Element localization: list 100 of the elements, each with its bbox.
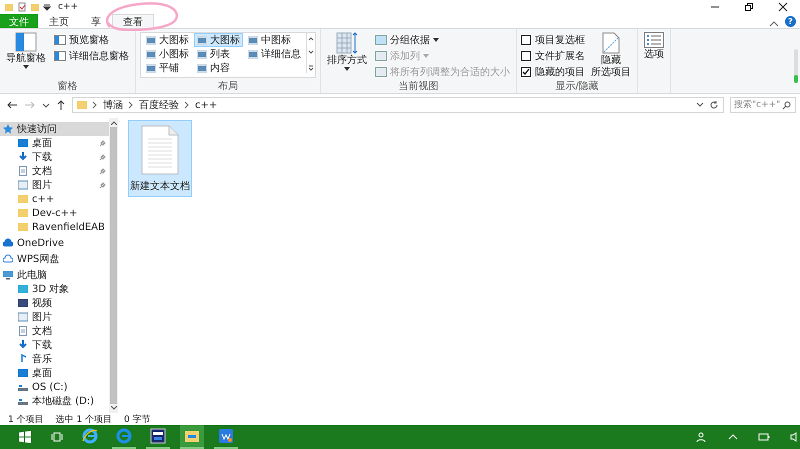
status-text: 1 个项目 [8,414,44,426]
address-field[interactable]: 博涵 百度经验 c++ [72,97,724,113]
layout-option[interactable]: 大图标 [143,33,192,47]
nav-item[interactable]: 文档 [0,324,109,338]
columns-icon [375,35,387,45]
columns-icon [375,51,387,61]
file-item[interactable]: 新建文本文档 [128,120,192,197]
nav-item[interactable]: WPS网盘 [0,252,109,266]
up-icon[interactable] [56,99,66,111]
volume-icon[interactable] [790,432,798,442]
nav-item[interactable]: OneDrive [0,236,109,250]
nav-item[interactable]: 下载 [0,150,109,164]
breadcrumb[interactable]: c++ [195,100,218,110]
customize-caret-icon[interactable] [43,2,51,12]
pane-button[interactable]: 详细信息窗格 [52,49,131,63]
nav-item[interactable]: 图片 [0,310,109,324]
group-label: 布局 [217,81,239,92]
options-button[interactable]: 选项 [642,31,666,92]
view-command-button[interactable]: 分组依据 [373,33,512,47]
folder-icon [77,100,87,110]
nav-item[interactable]: 桌面 [0,366,109,380]
layout-option[interactable]: 详细信息 [245,47,304,61]
back-icon[interactable] [6,100,18,110]
nav-item[interactable]: 此电脑 [0,268,109,282]
sort-by-button[interactable]: 排序方式 [325,31,369,81]
star-icon [3,124,13,134]
people-icon[interactable] [696,431,708,443]
caret-icon [23,65,29,69]
checkbox[interactable] [521,35,531,45]
checkbox-option[interactable]: 隐藏的项目 [521,65,585,79]
columns-icon [375,67,387,77]
layout-option[interactable]: 大图标 [194,33,243,47]
checkbox[interactable] [521,51,531,61]
cube-icon [18,284,28,294]
sort-grid-icon [336,32,358,54]
nav-item[interactable]: 本地磁盘 (D:) [0,394,109,408]
nav-item[interactable]: 3D 对象 [0,282,109,296]
pane-button[interactable]: 预览窗格 [52,33,131,47]
task-view-icon[interactable] [51,431,63,443]
desktop-icon [18,368,28,378]
options-list-icon [644,32,664,48]
breadcrumb[interactable]: 百度经验 [139,98,179,112]
scrollbar[interactable] [109,118,118,413]
nav-item[interactable]: Dev-c++ [0,206,109,220]
close-icon[interactable] [778,2,788,12]
status-text: 选中 1 个项目 [56,414,112,426]
layout-option[interactable]: 中图标 [245,33,304,47]
pc-icon [3,270,13,280]
gallery-scroll-icon[interactable] [306,33,315,73]
scroll-up-icon[interactable] [110,121,116,125]
document-icon [602,32,620,54]
dropdown-caret-icon[interactable] [696,101,704,109]
pane-icon [54,35,66,45]
browser-e-icon [116,428,132,444]
drive-icon [18,382,28,392]
layout-option[interactable]: 内容 [194,61,243,75]
cloud-icon [3,238,13,248]
browser-e-icon [82,428,98,444]
pictures-icon [18,180,28,190]
text-file-icon [140,125,180,175]
navigation-pane-button[interactable]: 导航窗格 [4,31,48,81]
nav-item[interactable]: 下载 [0,338,109,352]
nav-item[interactable]: 快速访问 [0,122,109,136]
drive-icon [18,396,28,406]
properties-icon[interactable] [17,2,27,12]
scroll-down-icon[interactable] [110,406,116,410]
group-label: 窗格 [56,81,78,92]
nav-item[interactable]: OS (C:) [0,380,109,394]
hide-selected-button[interactable]: 隐藏 所选项目 [589,31,633,81]
start-icon[interactable] [19,431,31,443]
ribbon-tab[interactable]: 享 [80,14,112,28]
nav-item[interactable]: 文档 [0,164,109,178]
layout-option[interactable]: 平铺 [143,61,192,75]
download-icon [18,340,28,350]
battery-icon[interactable] [758,432,770,442]
checkbox-option[interactable]: 文件扩展名 [521,49,585,63]
ribbon-tab[interactable]: 查看 [112,14,154,28]
layout-option[interactable]: 列表 [194,47,243,61]
nav-item[interactable]: 视频 [0,296,109,310]
help-button[interactable]: ? [785,16,796,27]
document-icon [18,166,28,176]
video-icon [18,298,28,308]
restore-icon[interactable] [744,2,754,12]
desktop-icon [18,138,28,148]
nav-item[interactable]: 音乐 [0,352,109,366]
caret-icon [344,67,350,71]
window-title: c++ [58,2,78,12]
show-hidden-icons-caret-icon[interactable] [728,433,738,441]
ribbon-tab[interactable]: 主页 [38,14,80,28]
nav-item[interactable]: 桌面 [0,136,109,150]
collapse-ribbon-icon[interactable] [769,20,779,28]
breadcrumb[interactable]: 博涵 [103,98,123,112]
checkbox[interactable] [521,67,531,77]
layout-option[interactable]: 小图标 [143,47,192,61]
checkbox-option[interactable]: 项目复选框 [521,33,585,47]
refresh-icon[interactable] [709,100,719,110]
nav-item[interactable]: RavenfieldEAB [0,220,109,234]
chevron-icon [184,101,190,109]
nav-item[interactable]: 图片 [0,178,109,192]
nav-item[interactable]: c++ [0,192,109,206]
